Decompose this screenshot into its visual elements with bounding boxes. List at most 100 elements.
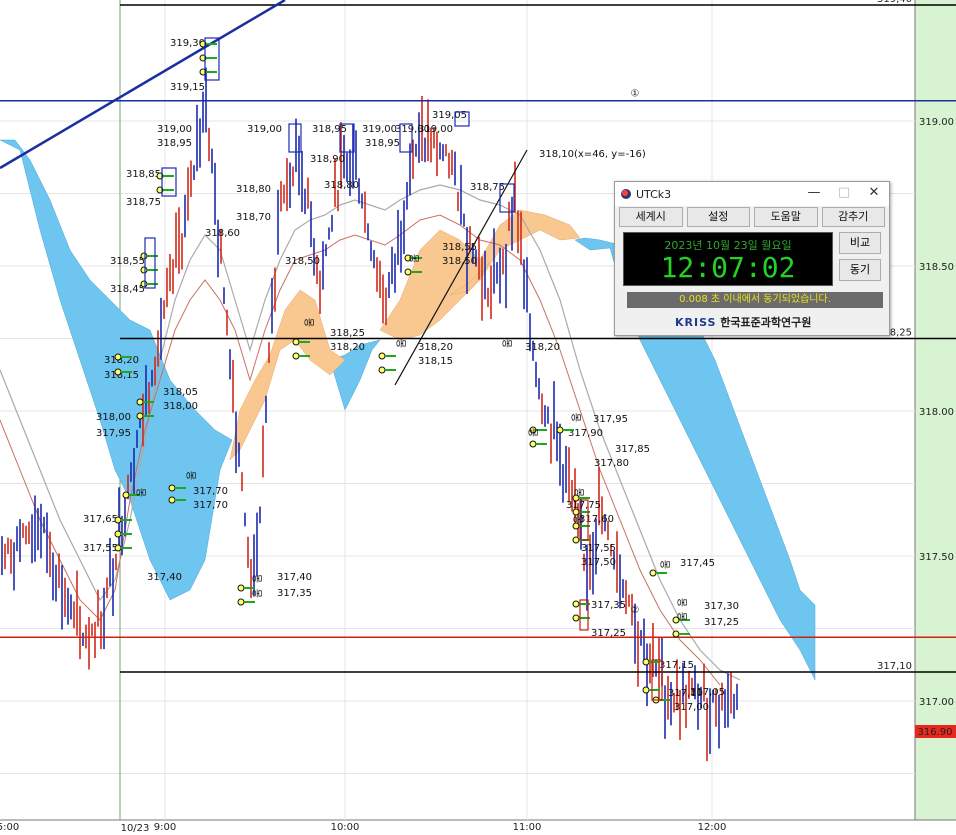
price-annotation: 317,95 xyxy=(96,428,131,439)
reference-line-label: 317,10 xyxy=(877,661,912,672)
hide-button[interactable]: 감추기 xyxy=(821,207,885,227)
price-annotation: 317,05 xyxy=(690,687,725,698)
annotation-dot xyxy=(140,280,148,288)
price-annotation: 318,75 xyxy=(126,197,161,208)
annotation-word: 움 xyxy=(574,488,586,497)
clock-display: 2023년 10월 23일 월요일 12:07:02 xyxy=(623,232,833,286)
annotation-dot xyxy=(114,544,122,552)
price-annotation: 317,75 xyxy=(566,500,601,511)
annotation-dot xyxy=(404,268,412,276)
annotation-word: 움 xyxy=(252,574,264,583)
price-axis-tick: 318.00 xyxy=(919,407,954,418)
time-axis-tick: 9:00 xyxy=(154,822,176,833)
annotation-box xyxy=(144,237,156,289)
annotation-dot xyxy=(292,338,300,346)
annotation-dot xyxy=(642,658,650,666)
price-annotation: 317,65 xyxy=(83,514,118,525)
price-annotation: 317,35 xyxy=(277,588,312,599)
circle-marker-1: ① xyxy=(631,89,640,100)
maximize-icon[interactable]: □ xyxy=(837,185,851,200)
price-annotation: 319,00 xyxy=(157,124,192,135)
price-axis-tick: 317.50 xyxy=(919,552,954,563)
price-annotation: 317,40 xyxy=(277,572,312,583)
annotation-dot xyxy=(642,686,650,694)
annotation-dot xyxy=(136,412,144,420)
annotation-word: 움 xyxy=(677,612,689,621)
settings-button[interactable]: 설정 xyxy=(686,207,750,227)
annotation-dot xyxy=(572,600,580,608)
annotation-word: 움 xyxy=(252,589,264,598)
price-annotation: 318,85 xyxy=(126,169,161,180)
clock-time: 12:07:02 xyxy=(660,251,796,284)
price-annotation: 318,80 xyxy=(236,184,271,195)
time-axis-tick: 10:00 xyxy=(331,822,360,833)
annotation-dot xyxy=(572,536,580,544)
sync-button[interactable]: 동기 xyxy=(839,259,881,281)
price-annotation: 318,55 xyxy=(110,256,145,267)
annotation-word: 움 xyxy=(571,413,583,422)
annotation-dot xyxy=(140,252,148,260)
price-annotation: 318,70 xyxy=(236,212,271,223)
annotation-word: 움 xyxy=(396,339,408,348)
annotation-dot xyxy=(672,630,680,638)
world-time-button[interactable]: 세계시 xyxy=(619,207,683,227)
annotation-word: 움 xyxy=(304,318,316,327)
annotation-dot xyxy=(114,530,122,538)
annotation-dot xyxy=(572,508,580,516)
price-annotation: 318,95 xyxy=(157,138,192,149)
price-annotation: 317,55 xyxy=(581,543,616,554)
price-annotation: 318,95 xyxy=(312,124,347,135)
price-annotation: 318,50 xyxy=(285,256,320,267)
sync-status: 0.008 초 이내에서 동기되었습니다. xyxy=(627,292,883,308)
annotation-dot xyxy=(168,496,176,504)
reference-line-label: 319,40 xyxy=(877,0,912,5)
moving-average-fast xyxy=(0,214,721,686)
annotation-dot xyxy=(237,584,245,592)
annotation-dot xyxy=(529,440,537,448)
kriss-logo: KRISS 한국표준과학연구원 xyxy=(675,314,811,330)
price-annotation: 318,45 xyxy=(110,284,145,295)
annotation-word: 움 xyxy=(677,598,689,607)
price-annotation: 317,00 xyxy=(674,702,709,713)
utck3-window[interactable]: UTCk3 — □ ✕ 세계시 설정 도움말 감추기 2023년 10월 23일… xyxy=(614,181,890,336)
utck-title: UTCk3 xyxy=(636,187,672,201)
logo-brand: KRISS xyxy=(675,316,717,329)
price-annotation: 317,30 xyxy=(704,601,739,612)
annotation-dot xyxy=(649,569,657,577)
annotation-word: 움 xyxy=(502,339,514,348)
price-axis-tick: 319.00 xyxy=(919,117,954,128)
price-annotation: 318,15 xyxy=(418,356,453,367)
price-annotation: 318,60 xyxy=(205,228,240,239)
annotation-dot xyxy=(114,368,122,376)
price-annotation: 318,00 xyxy=(96,412,131,423)
annotation-word: 움 xyxy=(136,488,148,497)
annotation-dot xyxy=(114,353,122,361)
price-axis-tick: 317.00 xyxy=(919,697,954,708)
ichimoku-cloud-bullish xyxy=(229,289,346,461)
time-axis-tick: 11:00 xyxy=(513,822,542,833)
price-annotation: 317,70 xyxy=(193,486,228,497)
annotation-dot xyxy=(292,352,300,360)
price-annotation: 318,05 xyxy=(163,387,198,398)
time-axis-tick: 5:00 xyxy=(0,822,19,833)
price-annotation: 319,00 xyxy=(418,124,453,135)
annotation-dot xyxy=(378,366,386,374)
annotation-dot xyxy=(122,491,130,499)
help-button[interactable]: 도움말 xyxy=(754,207,818,227)
price-annotation: 317,45 xyxy=(680,558,715,569)
compare-button[interactable]: 비교 xyxy=(839,232,881,254)
annotation-word: 움 xyxy=(409,254,421,263)
date-marker-label: 10/23 xyxy=(121,823,150,834)
close-icon[interactable]: ✕ xyxy=(867,185,881,200)
annotation-box xyxy=(161,167,177,197)
utck-titlebar[interactable]: UTCk3 — □ ✕ xyxy=(615,182,889,206)
price-annotation: 317,40 xyxy=(147,572,182,583)
annotation-dot xyxy=(378,352,386,360)
price-annotation: 317,80 xyxy=(594,458,629,469)
price-annotation: 317,70 xyxy=(193,500,228,511)
annotation-dot xyxy=(237,598,245,606)
price-annotation: 317,85 xyxy=(615,444,650,455)
minimize-icon[interactable]: — xyxy=(807,185,821,200)
price-annotation: 319,15 xyxy=(170,82,205,93)
annotation-dot xyxy=(114,516,122,524)
